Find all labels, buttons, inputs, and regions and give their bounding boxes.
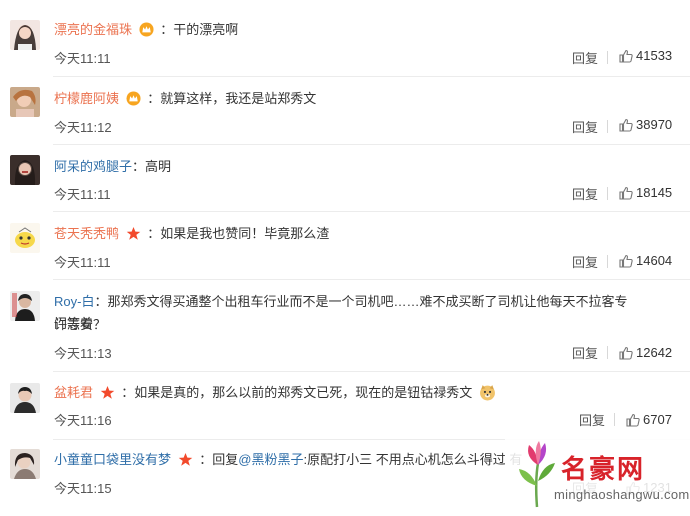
divider [607, 346, 608, 359]
username-link[interactable]: 阿呆的鸡腿子 [54, 159, 132, 174]
like-button[interactable]: 14604 [619, 253, 672, 268]
avatar[interactable] [10, 449, 40, 479]
star-badge-icon [100, 386, 114, 399]
comment-line: 苍天秃秃鸭 ：如果是我也赞同！毕竟那么渣 [54, 223, 630, 245]
like-button[interactable]: 41533 [619, 48, 672, 63]
timestamp: 今天11:11 [54, 255, 111, 270]
divider [614, 413, 615, 426]
thumbs-up-icon [619, 186, 633, 200]
divider [607, 51, 608, 64]
comment-text: ：就算这样，我还是站郑秀文 [147, 91, 317, 106]
avatar[interactable] [10, 87, 40, 117]
crown-badge-icon [139, 22, 154, 37]
watermark-url: minghaoshangwu.com [554, 487, 690, 502]
like-button[interactable]: 6707 [626, 412, 672, 427]
row-divider [53, 371, 690, 372]
username-link[interactable]: 盆耗君 [54, 385, 93, 400]
doge-emoji-icon [479, 385, 495, 401]
like-count: 14604 [636, 253, 673, 268]
username-link[interactable]: 小童童口袋里没有梦 [54, 452, 171, 467]
thumbs-up-icon [619, 346, 633, 360]
comment-text: ：干的漂亮啊 [160, 22, 239, 37]
like-count: 12642 [636, 345, 673, 360]
reply-button[interactable]: 回复 [572, 48, 598, 67]
avatar[interactable] [10, 223, 40, 253]
username-link[interactable]: 苍天秃秃鸭 [54, 226, 119, 241]
comment-text: 许志安？ [54, 317, 107, 332]
comment-line: 阿呆的鸡腿子：高明 [54, 156, 630, 178]
comment-text: ：如果是我也赞同！毕竟那么渣 [147, 226, 330, 241]
avatar[interactable] [10, 155, 40, 185]
like-button[interactable]: 38970 [619, 117, 672, 132]
like-count: 6707 [643, 412, 672, 427]
like-button[interactable]: 18145 [619, 185, 672, 200]
comment-line: 柠檬鹿阿姨 ：就算这样，我还是站郑秀文 [54, 88, 630, 110]
thumbs-up-icon [619, 118, 633, 132]
reply-button[interactable]: 回复 [572, 117, 598, 136]
row-divider [53, 279, 690, 280]
timestamp: 今天11:13 [54, 346, 112, 361]
reply-button[interactable]: 回复 [572, 252, 598, 271]
timestamp: 今天11:15 [54, 481, 112, 496]
comment-text: ：回复 [199, 452, 239, 467]
avatar[interactable] [10, 20, 40, 50]
divider [607, 120, 608, 133]
mention-link[interactable]: @黑粉黑子 [238, 452, 303, 467]
like-button[interactable]: 12642 [619, 345, 672, 360]
like-count: 41533 [636, 48, 673, 63]
comment-line: 漂亮的金福珠 ：干的漂亮啊 [54, 19, 630, 41]
comment-text: ：如果是真的，那么以前的郑秀文已死，现在的是钮钴禄秀文 [121, 385, 473, 400]
comment-line-continuation: 许志安？ [54, 314, 630, 336]
avatar[interactable] [10, 383, 40, 413]
thumbs-up-icon [619, 254, 633, 268]
timestamp: 今天11:11 [54, 187, 111, 202]
reply-button[interactable]: 回复 [579, 410, 605, 429]
row-divider [53, 76, 690, 77]
divider [607, 255, 608, 268]
thumbs-up-icon [626, 413, 640, 427]
reply-button[interactable]: 回复 [572, 184, 598, 203]
like-count: 18145 [636, 185, 673, 200]
username-link[interactable]: 柠檬鹿阿姨 [54, 91, 119, 106]
crown-badge-icon [126, 91, 141, 106]
timestamp: 今天11:16 [54, 413, 112, 428]
like-count: 38970 [636, 117, 673, 132]
row-divider [53, 211, 690, 212]
divider [607, 187, 608, 200]
flower-logo-icon [519, 441, 555, 508]
watermark-title: 名豪网 [561, 455, 646, 485]
timestamp: 今天11:12 [54, 120, 112, 135]
username-link[interactable]: Roy-白 [54, 294, 94, 309]
timestamp: 今天11:11 [54, 51, 111, 66]
comment-line: 盆耗君 ：如果是真的，那么以前的郑秀文已死，现在的是钮钴禄秀文 [54, 382, 630, 404]
thumbs-up-icon [619, 49, 633, 63]
comment-text: ：高明 [132, 159, 172, 174]
star-badge-icon [126, 227, 140, 240]
site-watermark: 名豪网 minghaoshangwu.com [505, 437, 690, 516]
avatar[interactable] [10, 291, 40, 321]
comment-text: :原配打小三 不用点心机怎么斗得过 有 [303, 452, 523, 467]
reply-button[interactable]: 回复 [572, 343, 598, 362]
username-link[interactable]: 漂亮的金福珠 [54, 22, 132, 37]
star-badge-icon [178, 453, 192, 466]
row-divider [53, 144, 690, 145]
